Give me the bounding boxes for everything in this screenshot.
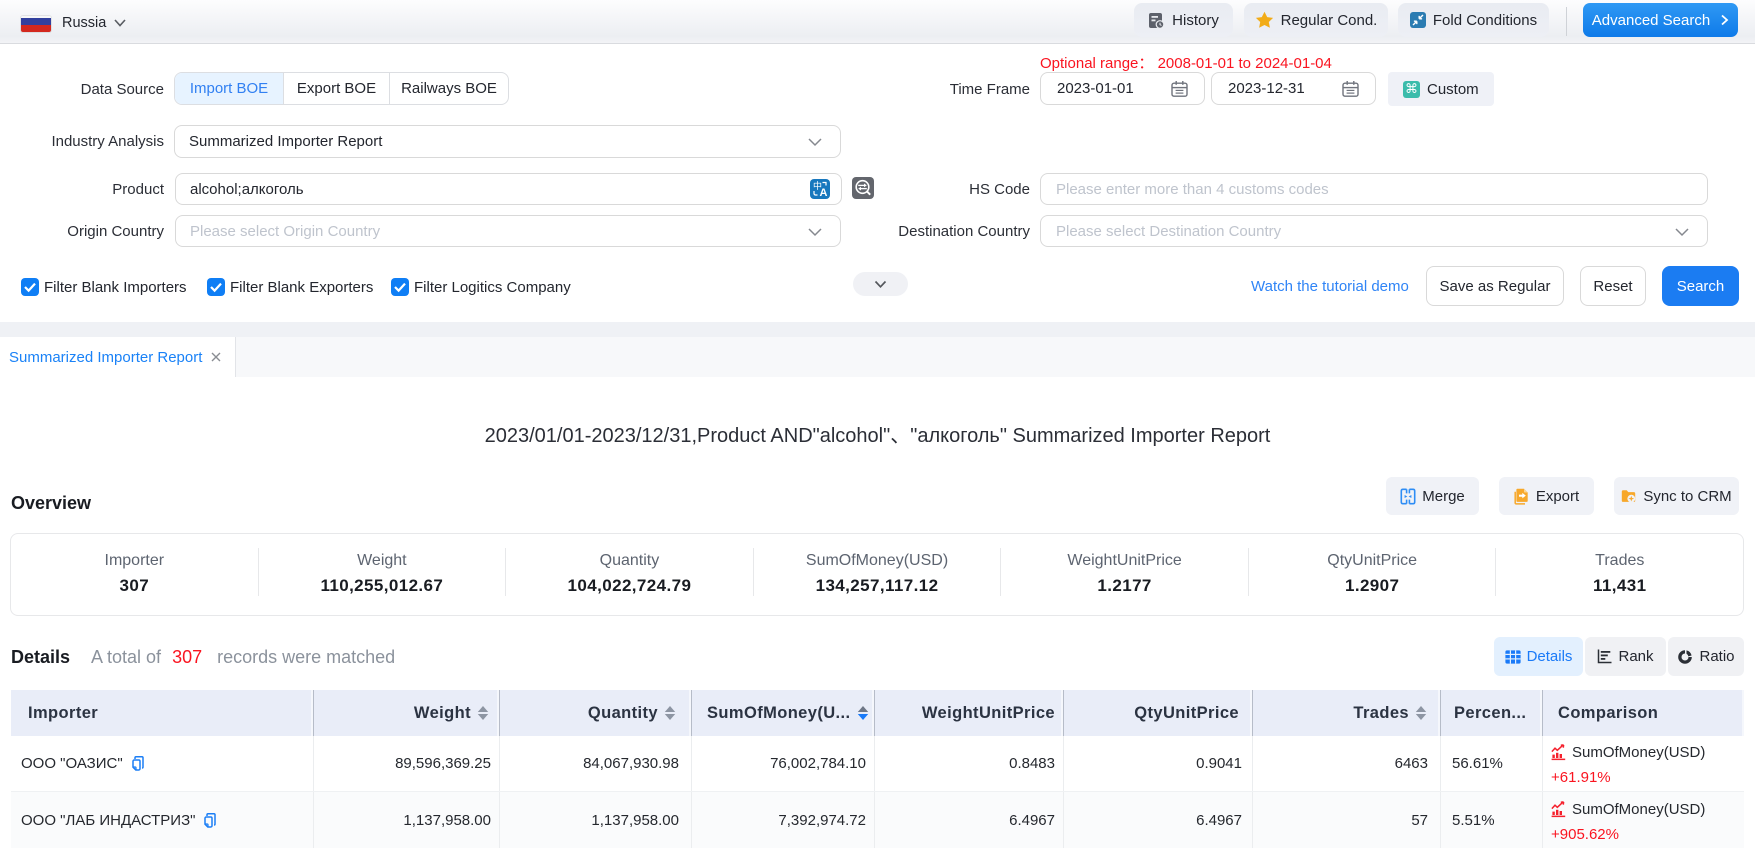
svg-text:A: A: [820, 187, 828, 199]
